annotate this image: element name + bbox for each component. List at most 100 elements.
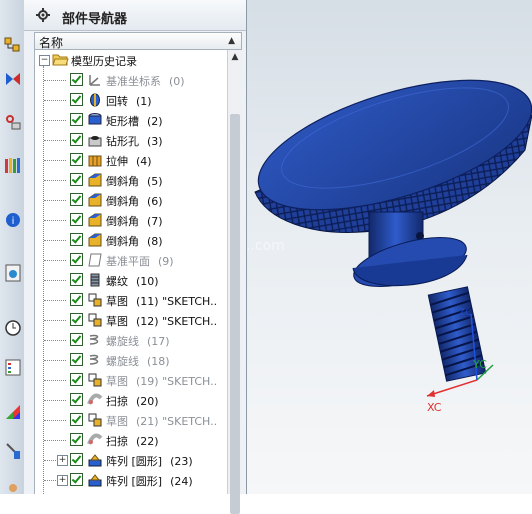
expand-toggle-icon[interactable]: + bbox=[57, 455, 68, 466]
visibility-checkbox[interactable] bbox=[70, 413, 83, 426]
reuse-library-icon[interactable] bbox=[1, 150, 24, 180]
feature-number: (24) bbox=[170, 475, 193, 488]
tree-row-feature[interactable]: 螺旋线 (17) bbox=[35, 330, 228, 350]
axis-x-label: XC bbox=[427, 401, 442, 414]
scrollbar-thumb[interactable] bbox=[230, 114, 240, 514]
datum-csys-icon bbox=[87, 72, 103, 88]
resource-toolbar: i bbox=[0, 0, 25, 494]
tree-root-model-history[interactable]: − 模型历史记录 bbox=[35, 50, 228, 70]
chamfer-icon bbox=[87, 232, 103, 248]
info-icon[interactable]: i bbox=[1, 204, 24, 234]
feature-label: 扫掠 (22) bbox=[106, 433, 159, 449]
visibility-checkbox[interactable] bbox=[70, 473, 83, 486]
visibility-checkbox[interactable] bbox=[70, 213, 83, 226]
feature-tree: − 模型历史记录 基准坐标系 (0) 回转 (1) 矩形槽 (2) 钻形孔 (3) 拉伸 (4) 倒… bbox=[34, 50, 228, 494]
tree-row-feature[interactable]: 扫掠 (20) bbox=[35, 390, 228, 410]
feature-label: 钻形孔 (3) bbox=[106, 133, 163, 149]
visibility-checkbox[interactable] bbox=[70, 253, 83, 266]
visibility-checkbox[interactable] bbox=[70, 313, 83, 326]
tree-guide-line bbox=[43, 66, 44, 494]
collapse-toggle-icon[interactable]: − bbox=[39, 55, 50, 66]
tree-row-feature[interactable]: 基准平面 (9) bbox=[35, 250, 228, 270]
tree-connector bbox=[44, 100, 66, 101]
feature-name: 回转 bbox=[106, 95, 128, 108]
feature-number: (19) "SKETCH.. bbox=[136, 375, 218, 388]
web-browser-icon[interactable] bbox=[1, 258, 24, 288]
settings-icon[interactable] bbox=[36, 8, 50, 25]
tree-row-feature[interactable]: 拉伸 (4) bbox=[35, 150, 228, 170]
tree-connector bbox=[44, 440, 66, 441]
tree-row-feature[interactable]: 扫掠 (22) bbox=[35, 430, 228, 450]
tree-row-feature[interactable]: 钻形孔 (3) bbox=[35, 130, 228, 150]
tree-row-feature[interactable]: 草图 (11) "SKETCH.. bbox=[35, 290, 228, 310]
tree-connector bbox=[44, 160, 66, 161]
feature-label: 螺旋线 (17) bbox=[106, 333, 170, 349]
tree-connector bbox=[44, 140, 66, 141]
constraint-navigator-icon[interactable] bbox=[1, 64, 24, 94]
feature-name: 阵列 [圆形] bbox=[106, 455, 163, 468]
tree-row-feature[interactable]: 基准坐标系 (0) bbox=[35, 70, 228, 90]
pattern-icon bbox=[87, 452, 103, 468]
feature-label: 回转 (1) bbox=[106, 93, 152, 109]
column-header-label: 名称 bbox=[39, 36, 64, 50]
tree-connector bbox=[44, 260, 66, 261]
feature-number: (5) bbox=[147, 175, 163, 188]
sketch-icon bbox=[87, 312, 103, 328]
tree-row-feature[interactable]: 倒斜角 (6) bbox=[35, 190, 228, 210]
visibility-checkbox[interactable] bbox=[70, 93, 83, 106]
system-materials-icon[interactable] bbox=[1, 352, 24, 382]
part-navigator-icon[interactable] bbox=[1, 108, 24, 138]
user-icon[interactable] bbox=[1, 476, 24, 506]
visibility-checkbox[interactable] bbox=[70, 433, 83, 446]
feature-label: 草图 (12) "SKETCH.. bbox=[106, 313, 217, 329]
tree-row-feature[interactable]: + 阵列 [圆形] (24) bbox=[35, 470, 228, 490]
visibility-checkbox[interactable] bbox=[70, 393, 83, 406]
watermark-text: cad2....com bbox=[247, 238, 285, 254]
tree-row-feature[interactable]: 倒斜角 (5) bbox=[35, 170, 228, 190]
feature-number: (17) bbox=[147, 335, 170, 348]
tree-row-feature[interactable]: 倒斜角 (8) bbox=[35, 230, 228, 250]
tree-row-feature[interactable]: 倒斜角 (7) bbox=[35, 210, 228, 230]
feature-name: 草图 bbox=[106, 315, 128, 328]
feature-number: (10) bbox=[136, 275, 159, 288]
tree-row-feature[interactable]: 螺纹 (10) bbox=[35, 270, 228, 290]
visibility-checkbox[interactable] bbox=[70, 333, 83, 346]
sketch-icon bbox=[87, 412, 103, 428]
history-clock-icon[interactable] bbox=[1, 312, 24, 342]
expand-toggle-icon[interactable]: + bbox=[57, 475, 68, 486]
tree-row-feature[interactable]: 草图 (19) "SKETCH.. bbox=[35, 370, 228, 390]
feature-number: (21) "SKETCH.. bbox=[136, 415, 218, 428]
feature-label: 倒斜角 (8) bbox=[106, 233, 163, 249]
roles-icon[interactable] bbox=[1, 436, 24, 466]
tree-row-feature[interactable]: 回转 (1) bbox=[35, 90, 228, 110]
scroll-up-arrow-icon[interactable]: ▲ bbox=[228, 50, 242, 64]
visibility-checkbox[interactable] bbox=[70, 193, 83, 206]
navigator-title-bar: 部件导航器 bbox=[24, 0, 246, 31]
palette-icon[interactable] bbox=[1, 396, 24, 426]
tree-row-feature[interactable]: + 阵列 [圆形] (23) bbox=[35, 450, 228, 470]
tree-row-feature[interactable]: 草图 (21) "SKETCH.. bbox=[35, 410, 228, 430]
visibility-checkbox[interactable] bbox=[70, 173, 83, 186]
visibility-checkbox[interactable] bbox=[70, 233, 83, 246]
visibility-checkbox[interactable] bbox=[70, 273, 83, 286]
visibility-checkbox[interactable] bbox=[70, 73, 83, 86]
visibility-checkbox[interactable] bbox=[70, 113, 83, 126]
assembly-navigator-icon[interactable] bbox=[1, 30, 24, 60]
feature-number: (18) bbox=[147, 355, 170, 368]
visibility-checkbox[interactable] bbox=[70, 293, 83, 306]
visibility-checkbox[interactable] bbox=[70, 133, 83, 146]
visibility-checkbox[interactable] bbox=[70, 353, 83, 366]
column-header-name[interactable]: 名称 ▲ bbox=[34, 32, 242, 50]
feature-name: 阵列 [圆形] bbox=[106, 475, 163, 488]
visibility-checkbox[interactable] bbox=[70, 453, 83, 466]
graphics-viewport[interactable]: cad2....com XC YC ZC bbox=[247, 0, 532, 494]
tree-row-feature[interactable]: 螺旋线 (18) bbox=[35, 350, 228, 370]
feature-number: (20) bbox=[136, 395, 159, 408]
tree-row-feature[interactable]: 矩形槽 (2) bbox=[35, 110, 228, 130]
visibility-checkbox[interactable] bbox=[70, 153, 83, 166]
tree-row-feature[interactable]: 草图 (12) "SKETCH.. bbox=[35, 310, 228, 330]
visibility-checkbox[interactable] bbox=[70, 373, 83, 386]
tree-scrollbar[interactable]: ▲ bbox=[227, 50, 242, 514]
feature-label: 阵列 [圆形] (23) bbox=[106, 453, 193, 469]
sort-chevron-icon[interactable]: ▲ bbox=[228, 36, 235, 46]
